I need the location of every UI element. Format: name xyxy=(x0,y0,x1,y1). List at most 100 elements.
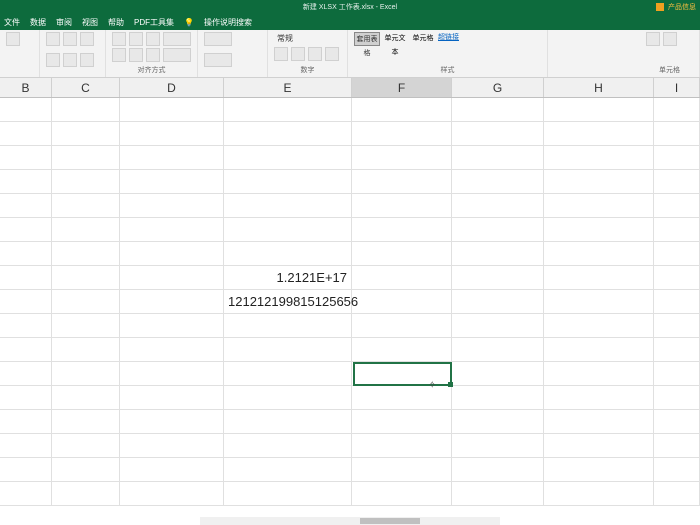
cell-G5[interactable] xyxy=(452,194,544,217)
cell-F16[interactable] xyxy=(352,458,452,481)
cell-G9[interactable] xyxy=(452,290,544,313)
cell-C1[interactable] xyxy=(52,98,120,121)
cell-I15[interactable] xyxy=(654,434,700,457)
cell-D4[interactable] xyxy=(120,170,224,193)
align-center-button[interactable] xyxy=(129,48,143,62)
cell-D7[interactable] xyxy=(120,242,224,265)
warning-icon[interactable] xyxy=(656,3,664,11)
cell-B2[interactable] xyxy=(0,122,52,145)
cell-E3[interactable] xyxy=(224,146,352,169)
column-header-B[interactable]: B xyxy=(0,78,52,97)
cell-I6[interactable] xyxy=(654,218,700,241)
cell-F1[interactable] xyxy=(352,98,452,121)
column-header-E[interactable]: E xyxy=(224,78,352,97)
cell-B1[interactable] xyxy=(0,98,52,121)
cell-F11[interactable] xyxy=(352,338,452,361)
cell-H2[interactable] xyxy=(544,122,654,145)
menu-pdf[interactable]: PDF工具集 xyxy=(134,17,174,28)
align-middle-button[interactable] xyxy=(129,32,143,46)
cell-D17[interactable] xyxy=(120,482,224,505)
merge-button[interactable] xyxy=(163,48,191,62)
cell-G4[interactable] xyxy=(452,170,544,193)
cell-F7[interactable] xyxy=(352,242,452,265)
menu-help[interactable]: 帮助 xyxy=(108,17,124,28)
cell-C10[interactable] xyxy=(52,314,120,337)
cell-G10[interactable] xyxy=(452,314,544,337)
cell-D12[interactable] xyxy=(120,362,224,385)
cell-D6[interactable] xyxy=(120,218,224,241)
menu-data[interactable]: 数据 xyxy=(30,17,46,28)
cell-D1[interactable] xyxy=(120,98,224,121)
cell-C11[interactable] xyxy=(52,338,120,361)
cell-C6[interactable] xyxy=(52,218,120,241)
cell-F5[interactable] xyxy=(352,194,452,217)
format-table-button[interactable] xyxy=(204,53,232,67)
cell-H10[interactable] xyxy=(544,314,654,337)
cell-F10[interactable] xyxy=(352,314,452,337)
cell-B4[interactable] xyxy=(0,170,52,193)
cell-H3[interactable] xyxy=(544,146,654,169)
style-preset-2[interactable]: 单元文本 xyxy=(382,32,408,46)
cell-G14[interactable] xyxy=(452,410,544,433)
percent-button[interactable] xyxy=(291,47,305,61)
cell-E8[interactable]: 1.2121E+17 xyxy=(224,266,352,289)
align-bottom-button[interactable] xyxy=(146,32,160,46)
cell-H11[interactable] xyxy=(544,338,654,361)
cell-H16[interactable] xyxy=(544,458,654,481)
cell-I17[interactable] xyxy=(654,482,700,505)
cell-I2[interactable] xyxy=(654,122,700,145)
cell-G3[interactable] xyxy=(452,146,544,169)
cell-B8[interactable] xyxy=(0,266,52,289)
menu-review[interactable]: 审阅 xyxy=(56,17,72,28)
cell-H9[interactable] xyxy=(544,290,654,313)
cell-I11[interactable] xyxy=(654,338,700,361)
cell-I5[interactable] xyxy=(654,194,700,217)
cell-B11[interactable] xyxy=(0,338,52,361)
cell-B7[interactable] xyxy=(0,242,52,265)
cell-G2[interactable] xyxy=(452,122,544,145)
number-format-dropdown[interactable]: 常规 xyxy=(274,32,341,45)
cell-H13[interactable] xyxy=(544,386,654,409)
cell-H12[interactable] xyxy=(544,362,654,385)
cell-F15[interactable] xyxy=(352,434,452,457)
currency-button[interactable] xyxy=(274,47,288,61)
cell-B15[interactable] xyxy=(0,434,52,457)
wrap-text-button[interactable] xyxy=(163,32,191,46)
cell-D16[interactable] xyxy=(120,458,224,481)
cell-I4[interactable] xyxy=(654,170,700,193)
cell-D10[interactable] xyxy=(120,314,224,337)
cell-F8[interactable] xyxy=(352,266,452,289)
cell-H17[interactable] xyxy=(544,482,654,505)
cell-C8[interactable] xyxy=(52,266,120,289)
cell-C15[interactable] xyxy=(52,434,120,457)
cell-G1[interactable] xyxy=(452,98,544,121)
menu-search[interactable]: 操作说明搜索 xyxy=(204,17,252,28)
cell-C14[interactable] xyxy=(52,410,120,433)
menu-file[interactable]: 文件 xyxy=(4,17,20,28)
cell-F14[interactable] xyxy=(352,410,452,433)
cell-C5[interactable] xyxy=(52,194,120,217)
cell-G12[interactable] xyxy=(452,362,544,385)
cell-G11[interactable] xyxy=(452,338,544,361)
style-hyperlink[interactable]: 超链接 xyxy=(438,32,459,46)
delete-cells-button[interactable] xyxy=(663,32,677,46)
cell-E7[interactable] xyxy=(224,242,352,265)
cell-F9[interactable] xyxy=(352,290,452,313)
cell-E11[interactable] xyxy=(224,338,352,361)
cell-G16[interactable] xyxy=(452,458,544,481)
conditional-format-button[interactable] xyxy=(204,32,232,46)
cell-F17[interactable] xyxy=(352,482,452,505)
cell-H7[interactable] xyxy=(544,242,654,265)
cell-H5[interactable] xyxy=(544,194,654,217)
cell-E13[interactable] xyxy=(224,386,352,409)
cell-C2[interactable] xyxy=(52,122,120,145)
cell-E14[interactable] xyxy=(224,410,352,433)
decimal-inc-button[interactable] xyxy=(325,47,339,61)
column-header-C[interactable]: C xyxy=(52,78,120,97)
cell-E2[interactable] xyxy=(224,122,352,145)
align-top-button[interactable] xyxy=(112,32,126,46)
underline-button[interactable] xyxy=(80,32,94,46)
cell-C13[interactable] xyxy=(52,386,120,409)
italic-button[interactable] xyxy=(63,32,77,46)
cell-F12[interactable] xyxy=(352,362,452,385)
